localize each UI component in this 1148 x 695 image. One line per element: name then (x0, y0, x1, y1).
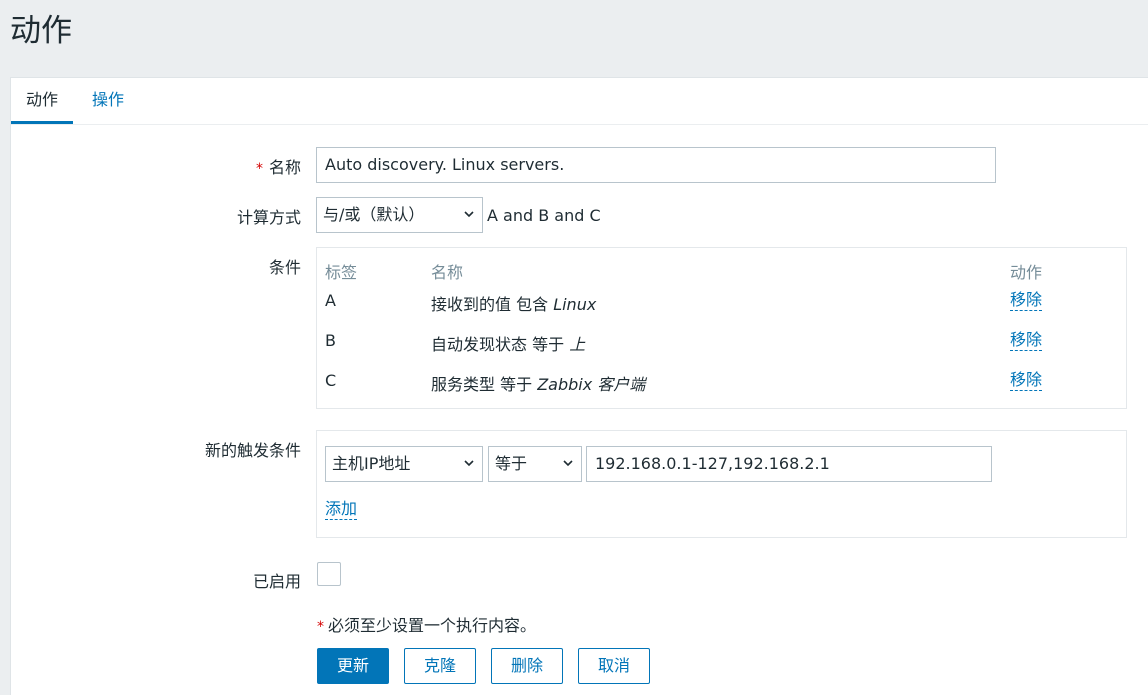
conditions-label: 条件 (268, 258, 301, 277)
name-label: * 名称 (255, 158, 301, 177)
new-condition-label: 新的触发条件 (204, 441, 301, 460)
calc-label: 计算方式 (236, 208, 301, 227)
calc-selected: 与/或（默认） (323, 205, 425, 224)
calc-expression: A and B and C (487, 206, 601, 225)
col-name: 名称 (431, 263, 464, 282)
required-mark: * (317, 619, 324, 635)
form-panel: 动作 操作 * 名称 Auto discovery. Linux servers.… (10, 77, 1148, 695)
tab-operations[interactable]: 操作 (77, 78, 139, 122)
condition-tag: A (325, 291, 336, 310)
chevron-down-icon (464, 211, 474, 218)
tab-action[interactable]: 动作 (11, 78, 74, 124)
add-condition-link[interactable]: 添加 (325, 499, 358, 520)
remove-condition-c-link[interactable]: 移除 (1010, 370, 1043, 391)
page-title: 动作 (10, 13, 72, 49)
condition-tag: B (325, 331, 336, 350)
condition-operator-select[interactable]: 等于 (488, 446, 582, 482)
chevron-down-icon (464, 460, 474, 467)
remove-condition-b-link[interactable]: 移除 (1010, 330, 1043, 351)
conditions-table: 标签 名称 动作 A 接收到的值 包含 Linux 移除 B 自动发现状态 等于… (316, 247, 1127, 409)
condition-text: 服务类型 等于 Zabbix 客户端 (431, 375, 646, 394)
remove-condition-a-link[interactable]: 移除 (1010, 290, 1043, 311)
new-condition-box: 主机IP地址 等于 192.168.0.1-127,192.168.2.1 添加 (316, 430, 1127, 538)
enabled-checkbox[interactable] (317, 562, 341, 586)
condition-text: 自动发现状态 等于 上 (431, 335, 586, 354)
update-button[interactable]: 更新 (317, 648, 389, 684)
col-tag: 标签 (325, 263, 358, 282)
condition-value-field[interactable]: 192.168.0.1-127,192.168.2.1 (586, 446, 992, 482)
col-action: 动作 (1010, 263, 1043, 282)
tab-bar: 动作 操作 (11, 78, 1148, 125)
required-mark: * (255, 161, 263, 177)
delete-button[interactable]: 删除 (491, 648, 563, 684)
page-header: 动作 (0, 0, 1148, 62)
enabled-label: 已启用 (252, 572, 301, 591)
chevron-down-icon (563, 460, 573, 467)
name-field[interactable]: Auto discovery. Linux servers. (316, 147, 996, 183)
condition-operator-selected: 等于 (495, 454, 528, 473)
condition-tag: C (325, 371, 337, 390)
condition-text: 接收到的值 包含 Linux (431, 295, 597, 314)
required-note: * 必须至少设置一个执行内容。 (317, 616, 537, 635)
clone-button[interactable]: 克隆 (404, 648, 476, 684)
condition-type-select[interactable]: 主机IP地址 (325, 446, 483, 482)
calc-select[interactable]: 与/或（默认） (316, 197, 483, 233)
condition-type-selected: 主机IP地址 (332, 454, 411, 473)
cancel-button[interactable]: 取消 (578, 648, 650, 684)
